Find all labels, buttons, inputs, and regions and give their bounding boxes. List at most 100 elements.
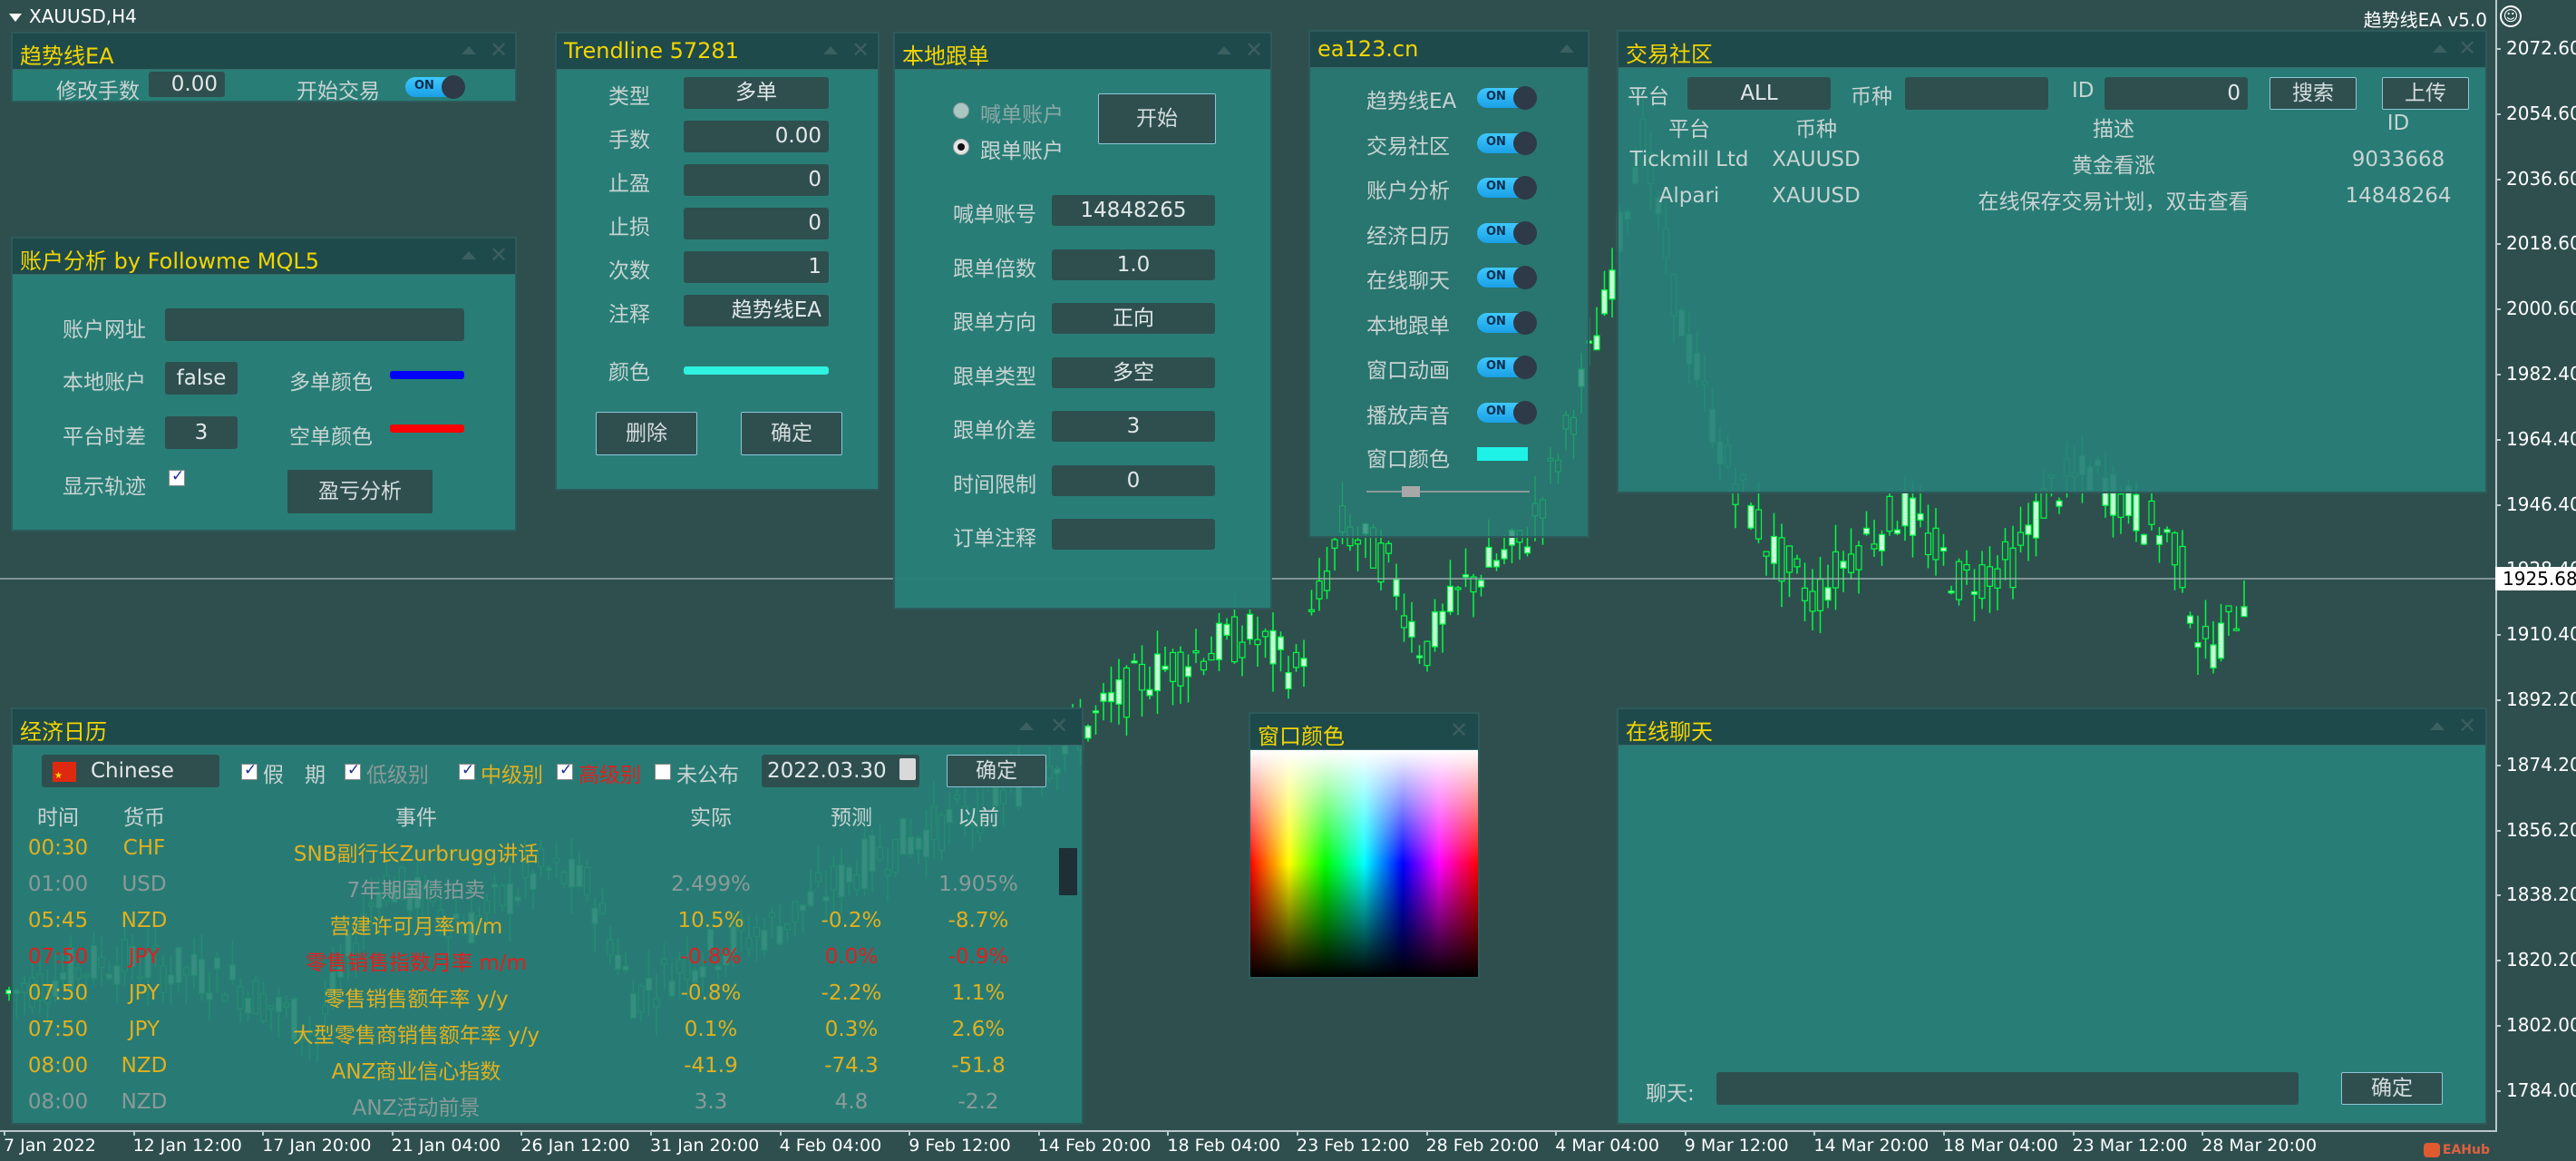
close-icon[interactable]: ✕	[1050, 713, 1068, 738]
minimize-icon[interactable]	[1560, 44, 1574, 53]
setting-toggle[interactable]: ON	[1477, 356, 1537, 379]
close-icon[interactable]: ✕	[1450, 717, 1468, 743]
minimize-icon[interactable]	[2430, 722, 2445, 730]
filter-checkbox[interactable]	[459, 761, 475, 780]
pnl-analysis-button[interactable]: 盈亏分析	[287, 470, 433, 513]
calendar-confirm-button[interactable]: 确定	[947, 755, 1046, 787]
trendline-field-input[interactable]: 多单	[684, 77, 829, 109]
calendar-row[interactable]: 08:00 NZD ANZ商业信心指数 -41.9 -74.3 -51.8	[13, 1054, 1083, 1087]
trendline-field-input[interactable]: 趋势线EA	[684, 295, 829, 327]
copy-field-input[interactable]: 1.0	[1052, 249, 1215, 280]
filter-label[interactable]: 高级别	[578, 757, 641, 788]
filter-checkbox[interactable]	[655, 764, 671, 780]
chat-input[interactable]	[1716, 1072, 2299, 1105]
minimize-icon[interactable]	[823, 46, 838, 54]
setting-toggle[interactable]: ON	[1477, 131, 1537, 155]
filter-label[interactable]: 低级别	[366, 757, 429, 788]
copy-field-input[interactable]	[1052, 519, 1215, 550]
account-url-input[interactable]	[165, 308, 464, 341]
window-color-swatch[interactable]	[1477, 447, 1528, 461]
panel-header[interactable]: 窗口颜色 ✕	[1250, 714, 1478, 750]
follow-account-radio[interactable]	[953, 139, 969, 155]
panel-header[interactable]: 趋势线EA ✕	[13, 34, 515, 70]
upload-button[interactable]: 上传	[2382, 77, 2469, 110]
copy-field-input[interactable]: 多空	[1052, 356, 1215, 388]
close-icon[interactable]: ✕	[490, 37, 508, 63]
setting-toggle[interactable]: ON	[1477, 400, 1537, 424]
minimize-icon[interactable]	[462, 46, 476, 54]
chat-send-button[interactable]: 确定	[2341, 1072, 2443, 1105]
calendar-row[interactable]: 08:00 NZD ANZ活动前景 3.3 4.8 -2.2	[13, 1090, 1083, 1123]
symbol-title[interactable]: XAUUSD,H4	[9, 5, 137, 27]
calendar-icon[interactable]	[899, 758, 916, 780]
copy-field-input[interactable]: 正向	[1052, 303, 1215, 334]
show-track-checkbox[interactable]	[169, 467, 185, 486]
start-button[interactable]: 开始	[1098, 93, 1216, 144]
close-icon[interactable]: ✕	[851, 37, 870, 63]
symbol-input[interactable]	[1905, 77, 2048, 110]
long-color-swatch[interactable]	[390, 371, 464, 379]
trendline-color-swatch[interactable]	[684, 366, 829, 375]
community-row[interactable]: Alpari XAUUSD 在线保存交易计划，双击查看 14848264	[1619, 184, 2485, 217]
setting-toggle[interactable]: ON	[1477, 86, 1537, 110]
panel-header[interactable]: 账户分析 by Followme MQL5 ✕	[13, 239, 515, 275]
filter-label[interactable]: 未公布	[676, 757, 739, 788]
setting-toggle[interactable]: ON	[1477, 266, 1537, 289]
calendar-row[interactable]: 07:50 JPY 大型零售商销售额年率 y/y 0.1% 0.3% 2.6%	[13, 1018, 1083, 1050]
panel-header[interactable]: 在线聊天 ✕	[1619, 709, 2485, 746]
calendar-row[interactable]: 07:50 JPY 零售销售指数月率 m/m -0.8% 0.0% -0.9%	[13, 945, 1083, 978]
panel-header[interactable]: Trendline 57281 ✕	[557, 34, 878, 70]
confirm-button[interactable]: 确定	[741, 412, 842, 455]
filter-checkbox[interactable]	[557, 761, 573, 780]
signal-account-radio[interactable]	[953, 102, 969, 119]
short-color-swatch[interactable]	[390, 424, 464, 433]
trendline-field-input[interactable]: 0.00	[684, 121, 829, 152]
filter-checkbox[interactable]	[241, 761, 258, 780]
calendar-row[interactable]: 05:45 NZD 营建许可月率m/m 10.5% -0.2% -8.7%	[13, 909, 1083, 941]
trendline-field-input[interactable]: 0	[684, 164, 829, 196]
minimize-icon[interactable]	[1217, 46, 1231, 54]
panel-header[interactable]: 交易社区 ✕	[1619, 32, 2485, 68]
signal-account-label[interactable]: 喊单账户	[980, 97, 1064, 128]
panel-header[interactable]: 本地跟单 ✕	[895, 34, 1270, 70]
opacity-slider-thumb[interactable]	[1401, 486, 1420, 497]
filter-checkbox[interactable]	[345, 761, 361, 780]
close-icon[interactable]: ✕	[1245, 37, 1263, 63]
copy-field-input[interactable]: 0	[1052, 464, 1215, 496]
opacity-slider-track[interactable]	[1366, 491, 1530, 493]
local-account-value[interactable]: false	[165, 362, 238, 395]
minimize-icon[interactable]	[1019, 722, 1034, 730]
delete-button[interactable]: 删除	[596, 412, 697, 455]
timezone-input[interactable]: 3	[165, 416, 238, 449]
date-input[interactable]: 2022.03.30	[762, 755, 919, 787]
calendar-row[interactable]: 07:50 JPY 零售销售额年率 y/y -0.8% -2.2% 1.1%	[13, 981, 1083, 1014]
close-icon[interactable]: ✕	[490, 242, 508, 268]
color-picker-gradient[interactable]	[1250, 750, 1478, 977]
lot-input[interactable]: 0.00	[149, 72, 225, 97]
close-icon[interactable]: ✕	[2458, 35, 2476, 61]
minimize-icon[interactable]	[462, 251, 476, 259]
community-row[interactable]: Tickmill Ltd XAUUSD 黄金看涨 9033668	[1619, 148, 2485, 180]
copy-field-input[interactable]: 14848265	[1052, 195, 1215, 226]
calendar-row[interactable]: 00:30 CHF SNB副行长Zurbrugg讲话	[13, 836, 1083, 869]
trendline-field-input[interactable]: 0	[684, 208, 829, 239]
setting-toggle[interactable]: ON	[1477, 220, 1537, 245]
follow-account-label[interactable]: 跟单账户	[980, 133, 1064, 164]
close-icon[interactable]: ✕	[2458, 713, 2476, 738]
setting-toggle[interactable]: ON	[1477, 176, 1537, 200]
language-select[interactable]: Chinese	[42, 755, 219, 787]
start-trading-toggle[interactable]: ON	[405, 75, 465, 99]
setting-toggle[interactable]: ON	[1477, 310, 1537, 335]
copy-field-input[interactable]: 3	[1052, 411, 1215, 442]
platform-input[interactable]: ALL	[1687, 77, 1831, 110]
search-button[interactable]: 搜索	[2270, 77, 2357, 110]
filter-label[interactable]: 中级别	[481, 757, 543, 788]
platform-label: 平台	[1628, 85, 1669, 109]
panel-header[interactable]: ea123.cn	[1310, 32, 1588, 68]
filter-label[interactable]: 假 期	[263, 757, 326, 788]
minimize-icon[interactable]	[2433, 44, 2447, 53]
panel-header[interactable]: 经济日历 ✕	[13, 709, 1082, 746]
trendline-field-input[interactable]: 1	[684, 251, 829, 283]
calendar-row[interactable]: 01:00 USD 7年期国债拍卖 2.499% 1.905%	[13, 873, 1083, 905]
id-input[interactable]: 0	[2105, 77, 2248, 110]
